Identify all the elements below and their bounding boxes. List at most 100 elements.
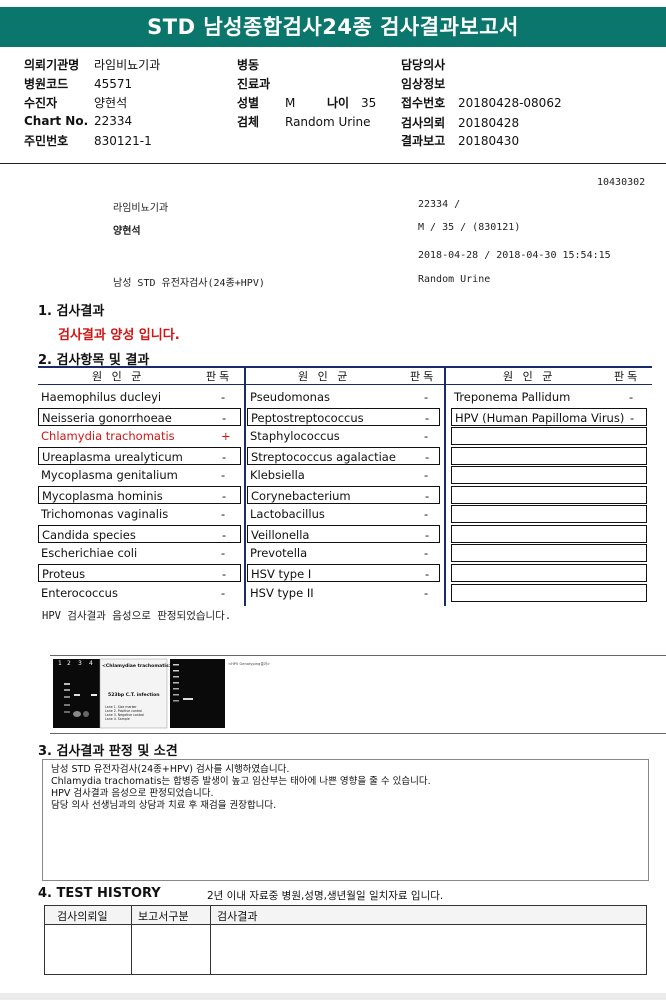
- result-cell: HSV type II -: [247, 584, 440, 602]
- section4-title: 4. TEST HISTORY: [38, 886, 161, 901]
- result-cell: HSV type I -: [247, 563, 440, 582]
- section1-result: 검사결과 양성 입니다.: [58, 328, 180, 343]
- section3-title: 3. 검사결과 판정 및 소견: [38, 744, 178, 759]
- result-cell: Pseudomonas -: [247, 388, 440, 406]
- header-row-report-date: 결과보고 20180430: [401, 134, 520, 148]
- header-row-patient: 수진자 양현석: [24, 96, 128, 110]
- empty-result-cell: [451, 446, 647, 465]
- gel-title: <Chlamydiae trachomatis>: [102, 663, 173, 669]
- result-cell: Neisseria gonorrhoeae -: [38, 407, 241, 426]
- judgement: -: [222, 566, 227, 581]
- col3-head-judge: 판독: [614, 370, 641, 383]
- organism-name: Ureaplasma urealyticum: [42, 449, 183, 464]
- info-sex-age: M / 35 / (830121): [418, 222, 521, 233]
- col2-head-organism: 원 인 균: [298, 370, 351, 383]
- empty-result-cell: [451, 524, 647, 543]
- section1-title: 1. 검사결과: [38, 304, 105, 319]
- col1-head-judge: 판독: [206, 370, 233, 383]
- organism-name: Lactobacillus: [250, 507, 325, 522]
- organism-name: Treponema Pallidum: [454, 390, 571, 404]
- comment-line-1: 남성 STD 유전자검사(24종+HPV) 검사를 시행하였습니다.: [51, 764, 290, 775]
- header-divider: [0, 163, 666, 164]
- judgement: -: [425, 566, 430, 581]
- gel-hpv-title: <HPV Genotyping결과>: [228, 661, 270, 666]
- organism-name: Pseudomonas: [250, 390, 330, 404]
- empty-result-cell: [451, 485, 647, 504]
- organism-name: Candida species: [42, 527, 136, 542]
- judgement: -: [424, 429, 429, 444]
- header-row-sex: 성별 M: [237, 96, 296, 110]
- judgement: -: [221, 585, 226, 600]
- header-row-hospital-code: 병원코드 45571: [24, 77, 133, 91]
- gel-legend-4: Lane 4. Sample: [105, 717, 130, 721]
- col2-head-judge: 판독: [410, 370, 437, 383]
- judgement: -: [629, 390, 634, 404]
- col1-head-organism: 원 인 균: [92, 370, 145, 383]
- empty-result-cell: [451, 563, 647, 582]
- judgement: -: [424, 507, 429, 522]
- header-row-clinical-info: 임상정보: [401, 77, 446, 91]
- history-col-divider-2: [210, 906, 211, 974]
- organism-name: Klebsiella: [250, 468, 305, 483]
- empty-result-cell: [451, 427, 647, 446]
- organism-name: Mycoplasma hominis: [42, 488, 163, 503]
- result-cell: Chlamydia trachomatis +: [38, 427, 241, 445]
- header-row-department: 진료과: [237, 77, 271, 91]
- gel-lane-4: 4: [89, 660, 93, 667]
- judgement: -: [222, 527, 227, 542]
- info-chart: 22334 /: [418, 199, 461, 210]
- header-row-doctor: 담당의사: [401, 58, 446, 72]
- judgement: -: [630, 410, 635, 425]
- empty-result-cell: [451, 466, 647, 485]
- organism-name: Peptostreptococcus: [251, 410, 364, 425]
- header-row-chart: Chart No. 22334: [24, 114, 133, 128]
- result-cell: Corynebacterium -: [247, 485, 440, 504]
- organism-name: Trichomonas vaginalis: [41, 507, 169, 522]
- header-row-request-date: 검사의뢰 20180428: [401, 116, 520, 130]
- history-header-row: [45, 906, 646, 925]
- organism-name: Corynebacterium: [251, 488, 351, 503]
- header-row-age: 나이 35: [327, 96, 377, 110]
- gel-lane-2: 2: [67, 660, 71, 667]
- report-code: 10430302: [597, 177, 646, 188]
- history-col-request-date: 검사의뢰일: [57, 910, 108, 923]
- judgement: -: [425, 410, 430, 425]
- organism-name: Prevotella: [250, 546, 308, 561]
- result-cell: Mycoplasma genitalium -: [38, 466, 241, 484]
- result-cell: Proteus -: [38, 563, 241, 582]
- organism-name: Streptococcus agalactiae: [251, 449, 396, 464]
- judgement: -: [222, 449, 227, 464]
- judgement: -: [425, 527, 430, 542]
- result-cell: Staphylococcus -: [247, 427, 440, 445]
- judgement: -: [221, 390, 226, 404]
- history-table: 검사의뢰일 보고서구분 검사결과: [44, 905, 647, 975]
- empty-result-cell: [451, 505, 647, 524]
- judgement: -: [425, 449, 430, 464]
- history-col-result: 검사결과: [217, 910, 258, 923]
- organism-name: Staphylococcus: [250, 429, 340, 444]
- history-col-report-type: 보고서구분: [138, 910, 189, 923]
- info-name: 양현석: [113, 226, 141, 237]
- history-col-divider-1: [131, 906, 132, 974]
- judgement: -: [221, 468, 226, 483]
- judgement: -: [221, 546, 226, 561]
- judgement: +: [221, 429, 231, 444]
- table-divider-1: [244, 366, 246, 606]
- result-cell: Haemophilus ducleyi -: [38, 388, 241, 406]
- result-cell: Candida species -: [38, 524, 241, 543]
- judgement: -: [221, 507, 226, 522]
- result-cell: Enterococcus -: [38, 584, 241, 602]
- result-cell: Treponema Pallidum -: [451, 388, 647, 406]
- judgement: -: [424, 546, 429, 561]
- judgement: -: [424, 585, 429, 600]
- comment-line-2: Chlamydia trachomatis는 합병증 발생이 높고 임산부는 태…: [51, 776, 431, 787]
- empty-result-cell: [451, 583, 647, 602]
- judgement: -: [222, 410, 227, 425]
- header-row-clinic: 의뢰기관명 라임비뇨기과: [24, 58, 161, 72]
- result-cell: Peptostreptococcus -: [247, 407, 440, 426]
- table-head-rule: [38, 384, 652, 385]
- result-cell: Trichomonas vaginalis -: [38, 505, 241, 523]
- organism-name: Chlamydia trachomatis: [41, 429, 175, 444]
- col3-head-organism: 원 인 균: [503, 370, 556, 383]
- header-row-resident-id: 주민번호 830121-1: [24, 134, 152, 148]
